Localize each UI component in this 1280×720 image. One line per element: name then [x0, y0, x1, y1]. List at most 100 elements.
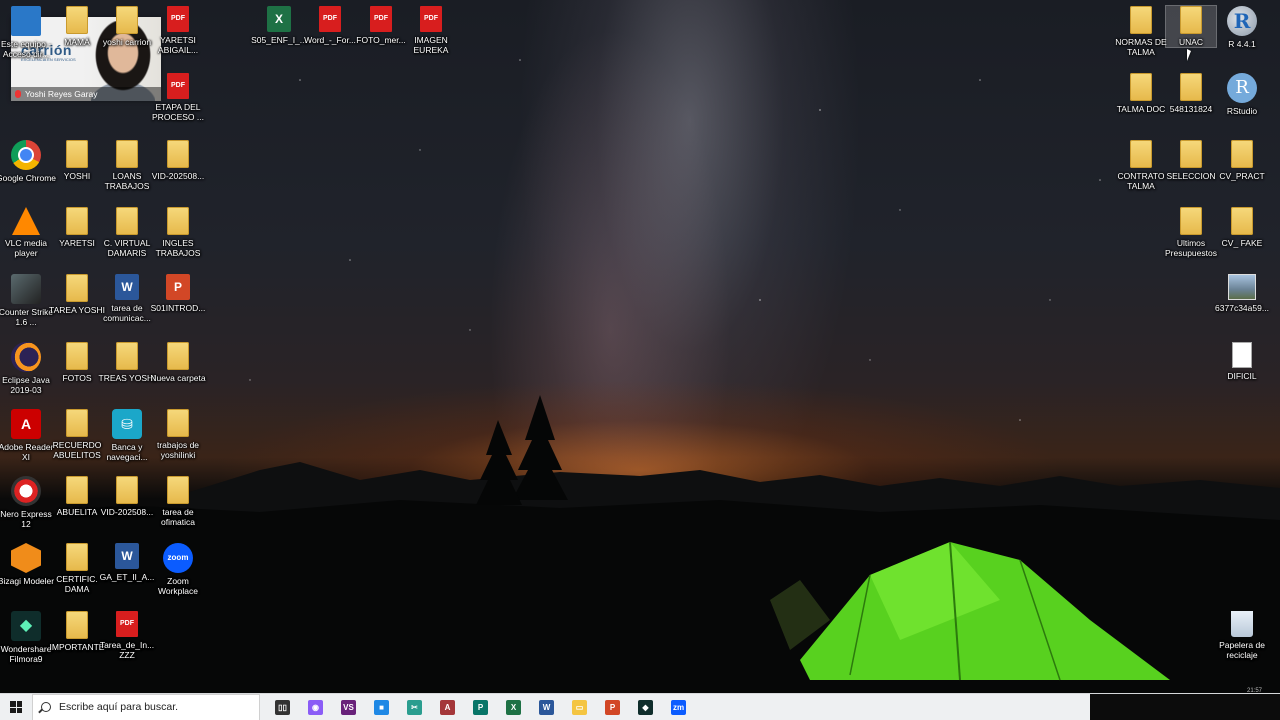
taskbar-apps: ▯▯ ◉ VS ■ ✂ A P X W ▭ P ◆ zm [266, 694, 695, 720]
desktop-icon-dificil[interactable]: DIFICIL [1217, 342, 1267, 381]
desktop-icon-google-chrome[interactable]: Google Chrome [0, 140, 56, 183]
bizagi-icon [11, 543, 41, 573]
taskbar-file-explorer[interactable]: ▭ [563, 694, 596, 720]
desktop-icon-ultimos-presupuestos[interactable]: Ultimos Presupuestos [1165, 207, 1217, 258]
desktop-icon-unac[interactable]: UNAC [1165, 5, 1217, 48]
desktop-icon-este-equipo-acceso-dir[interactable]: Este equipo - Acceso dir... [1, 6, 51, 59]
text-icon [1232, 342, 1252, 368]
desktop-icon-ingles-trabajos[interactable]: INGLES TRABAJOS [153, 207, 203, 258]
taskbar-visual-studio[interactable]: VS [332, 694, 365, 720]
taskbar-store[interactable]: ■ [365, 694, 398, 720]
folder-icon [167, 207, 189, 235]
desktop-icon-seleccion[interactable]: SELECCION [1166, 140, 1216, 181]
folder-icon [1231, 207, 1253, 235]
desktop-icon-certific-dama[interactable]: CERTIFIC. DAMA [52, 543, 102, 594]
desktop-icon-foto-mer[interactable]: PDF FOTO_mer... [356, 6, 406, 45]
desktop-icon-rstudio[interactable]: R RStudio [1217, 73, 1267, 116]
start-button[interactable] [0, 694, 32, 720]
taskbar-excel[interactable]: X [497, 694, 530, 720]
desktop-icon-vid-202508[interactable]: VID-202508... [152, 140, 204, 181]
desktop-icon-6377c34a59[interactable]: 6377c34a59... [1215, 274, 1269, 313]
doc-icon: W [115, 543, 139, 569]
desktop-icon-papelera-de-reciclaje[interactable]: Papelera de reciclaje [1217, 611, 1267, 660]
desktop-icon-counter-strike-1-6[interactable]: Counter Strike 1.6 ... [0, 274, 53, 327]
desktop-icon-s05-enf-i[interactable]: X S05_ENF_I_... [251, 6, 307, 45]
taskbar-copilot[interactable]: ◉ [299, 694, 332, 720]
desktop-icon-c-virtual-damaris[interactable]: C. VIRTUAL DAMARIS [102, 207, 152, 258]
taskbar-snip[interactable]: ✂ [398, 694, 431, 720]
desktop-icon-vid-202508[interactable]: VID-202508... [101, 476, 153, 517]
desktop-icon-bizagi-modeler[interactable]: Bizagi Modeler [0, 543, 54, 586]
folder-icon [116, 342, 138, 370]
desktop-icon-cv-fake[interactable]: CV_ FAKE [1217, 207, 1267, 248]
desktop-icon-zoom-workplace[interactable]: zoom Zoom Workplace [153, 543, 203, 596]
desktop-icon-treas-yoshi[interactable]: TREAS YOSHI [99, 342, 156, 383]
desktop-icon-etapa-del-proceso[interactable]: PDF ETAPA DEL PROCESO ... [152, 73, 204, 122]
desktop-icon-adobe-reader-xi[interactable]: A Adobe Reader XI [0, 409, 53, 462]
zoom-icon: zm [671, 699, 686, 715]
desktop-icon-cv-pract[interactable]: CV_PRACT [1217, 140, 1267, 181]
desktop-icon-trabajos-de-yoshilinki[interactable]: trabajos de yoshilinki [153, 409, 203, 460]
folder-icon [167, 342, 189, 370]
desktop-icon-talma-doc[interactable]: TALMA DOC [1116, 73, 1166, 114]
taskbar-search[interactable]: Escribe aquí para buscar. [32, 693, 260, 720]
desktop-icon-s01introd[interactable]: P S01INTROD... [151, 274, 205, 313]
desktop-icon-yaretsi[interactable]: YARETSI [52, 207, 102, 248]
folder-icon [1130, 6, 1152, 34]
desktop-icon-tarea-de-in-zzz[interactable]: PDF Tarea_de_In... ZZZ [100, 611, 154, 660]
desktop-icon-fotos[interactable]: FOTOS [52, 342, 102, 383]
eclipse-icon [11, 342, 41, 372]
desktop-icon-label: IMAGEN EUREKA [413, 35, 449, 55]
taskbar-powerpoint[interactable]: P [596, 694, 629, 720]
search-icon [41, 702, 51, 712]
desktop-icon-tarea-de-ofimatica[interactable]: tarea de ofimatica [153, 476, 203, 527]
taskbar-zoom[interactable]: zm [662, 694, 695, 720]
folder-icon [167, 140, 189, 168]
excel-icon: X [506, 699, 521, 715]
desktop-icon-imagen-eureka[interactable]: PDF IMAGEN EUREKA [406, 6, 456, 55]
desktop-icon-nueva-carpeta[interactable]: Nueva carpeta [150, 342, 206, 383]
desktop-icon-normas-de-talma[interactable]: NORMAS DE TALMA [1115, 6, 1167, 57]
desktop-icon-label: ETAPA DEL PROCESO ... [152, 102, 204, 122]
xls-icon: X [267, 6, 291, 32]
folder-icon [116, 140, 138, 168]
desktop-icon-ga-et-ii-a[interactable]: W GA_ET_II_A... [100, 543, 154, 582]
filmora-icon: ◆ [11, 611, 41, 641]
desktop-icon-yaretsi-abigail[interactable]: PDF YARETSI ABIGAIL... [153, 6, 203, 55]
folder-icon [116, 6, 138, 34]
desktop-icon-recuerdo-abuelitos[interactable]: RECUERDO ABUELITOS [52, 409, 102, 460]
desktop-icon-nero-express-12[interactable]: Nero Express 12 [0, 476, 52, 529]
pc-icon [11, 6, 41, 36]
taskbar-access[interactable]: A [431, 694, 464, 720]
desktop-icon-banca-y-navegaci[interactable]: ⛁ Banca y navegaci... [102, 409, 152, 462]
folder-icon [66, 140, 88, 168]
desktop-icon-yoshi[interactable]: YOSHI [52, 140, 102, 181]
doc-icon: W [115, 274, 139, 300]
taskbar-word[interactable]: W [530, 694, 563, 720]
desktop-icon-contrato-talma[interactable]: CONTRATO TALMA [1116, 140, 1166, 191]
desktop-icon-tarea-yoshi[interactable]: TAREA YOSHI [49, 274, 105, 315]
desktop-icon-tarea-de-comunicac[interactable]: Wtarea de comunicac... [102, 274, 152, 323]
pdf-icon: PDF [420, 6, 442, 32]
desktop-icon-eclipse-java-2019-03[interactable]: Eclipse Java 2019-03 [1, 342, 51, 395]
pdf-icon: PDF [167, 73, 189, 99]
folder-icon [1231, 140, 1253, 168]
desktop-icon-yoshi-carrion[interactable]: yoshi carrion [102, 6, 152, 47]
folder-icon [1180, 73, 1202, 101]
desktop-icon-vlc-media-player[interactable]: VLC media player [1, 207, 51, 258]
desktop-icon-abuelita[interactable]: ABUELITA [52, 476, 102, 517]
desktop-icon-label: tarea de ofimatica [160, 507, 195, 527]
desktop-icon-word-for[interactable]: PDF Word_-_For... [304, 6, 356, 45]
desktop-icon-548131824[interactable]: 548131824 [1166, 73, 1216, 114]
folder-icon [66, 409, 88, 437]
desktop-icon-wondershare-filmora9[interactable]: ◆ Wondershare Filmora9 [1, 611, 51, 664]
desktop-icon-mam[interactable]: MAMÁ [52, 6, 102, 47]
taskbar-task-view[interactable]: ▯▯ [266, 694, 299, 720]
desktop-icon-loans-trabajos[interactable]: LOANS TRABAJOS [102, 140, 152, 191]
desktop-icon-r-4-4-1[interactable]: R R 4.4.1 [1217, 6, 1267, 49]
chrome-icon [11, 140, 41, 170]
vlc-icon [12, 207, 40, 235]
desktop-icon-importante[interactable]: IMPORTANTE [50, 611, 104, 652]
taskbar-publisher[interactable]: P [464, 694, 497, 720]
taskbar-filmora[interactable]: ◆ [629, 694, 662, 720]
